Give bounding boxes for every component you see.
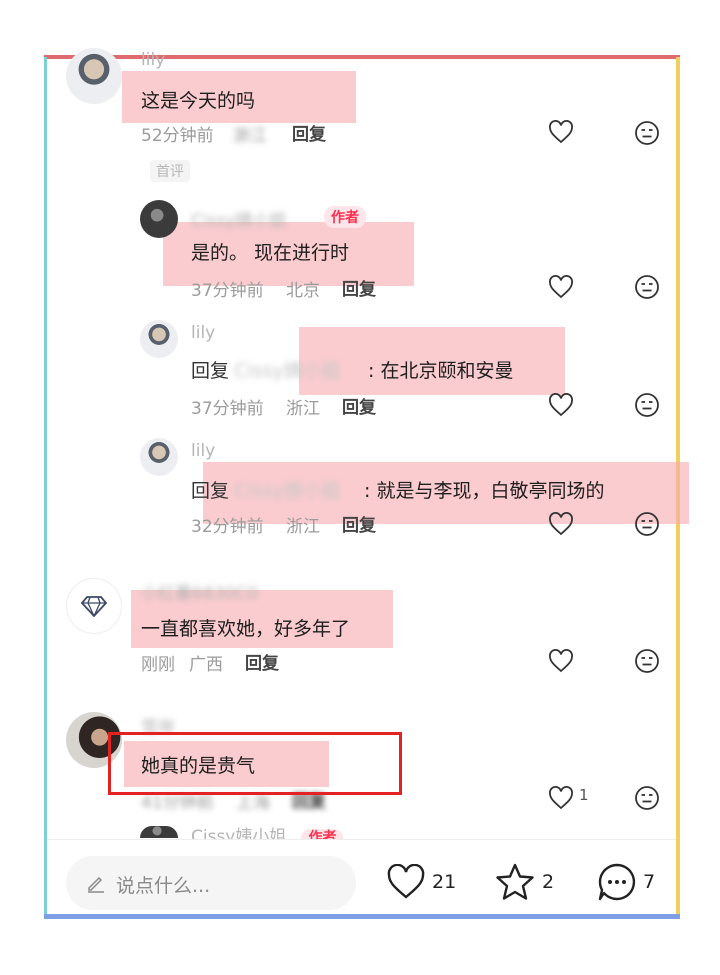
reply-button[interactable]: 回复	[245, 649, 279, 674]
like-count: 1	[579, 786, 589, 804]
avatar[interactable]	[66, 578, 122, 634]
pencil-icon	[86, 873, 106, 893]
heart-outline-icon[interactable]	[548, 512, 574, 536]
post-favorite-count: 2	[542, 871, 555, 893]
frame-left-border	[44, 57, 47, 919]
reply-button[interactable]: 回复	[342, 275, 376, 300]
comment-text[interactable]: : 就是与李现，白敬亭同场的	[364, 476, 604, 503]
comment-author-name[interactable]: lily	[191, 441, 215, 461]
comment-time: 32分钟前	[191, 517, 264, 537]
chat-bubble-icon[interactable]	[596, 862, 638, 902]
author-badge: 作者	[324, 206, 366, 228]
comment-time: 37分钟前	[191, 281, 264, 301]
avatar[interactable]	[66, 48, 122, 104]
star-outline-icon[interactable]	[495, 862, 535, 902]
reply-button[interactable]: 回复	[342, 511, 376, 536]
heart-outline-icon[interactable]	[386, 864, 426, 900]
comment-author-name[interactable]: lily	[141, 50, 165, 70]
post-like-count: 21	[432, 871, 457, 893]
comment-location: 浙江	[233, 126, 267, 146]
author-badge: 作者	[301, 829, 344, 839]
avatar[interactable]	[140, 438, 178, 476]
frame-bottom-border	[44, 914, 680, 919]
heart-outline-icon[interactable]	[548, 393, 574, 417]
post-comment-count: 7	[643, 871, 656, 893]
comment-text[interactable]: 一直都喜欢她，好多年了	[141, 614, 350, 641]
unhappy-face-icon[interactable]	[634, 392, 660, 418]
avatar[interactable]	[140, 200, 178, 238]
comment-location: 浙江	[286, 399, 320, 419]
unhappy-face-icon[interactable]	[634, 511, 660, 537]
heart-outline-icon[interactable]	[548, 649, 574, 673]
comment-author-name[interactable]: 小红薯6830C0	[141, 579, 258, 604]
reply-prefix: 回复	[191, 360, 230, 382]
reply-target-name[interactable]: Cissy姨小姐	[234, 476, 341, 503]
avatar[interactable]	[140, 826, 178, 838]
diamond-icon	[81, 595, 107, 617]
heart-outline-icon[interactable]	[548, 786, 574, 810]
first-comment-badge: 首评	[150, 160, 190, 182]
bottom-bar-divider	[47, 839, 676, 840]
comment-time: 52分钟前	[141, 126, 214, 146]
comment-text[interactable]: : 在北京颐和安曼	[368, 356, 513, 383]
comment-location: 广西	[189, 655, 223, 675]
comment-time: 37分钟前	[191, 399, 264, 419]
comment-location: 浙江	[286, 517, 320, 537]
heart-outline-icon[interactable]	[548, 120, 574, 144]
reply-target-name[interactable]: Cissy姨小姐	[234, 356, 341, 383]
comment-location: 北京	[286, 281, 320, 301]
comment-input[interactable]: 说点什么...	[66, 856, 356, 910]
heart-outline-icon[interactable]	[548, 275, 574, 299]
avatar[interactable]	[140, 320, 178, 358]
frame-top-border	[44, 55, 680, 59]
reply-prefix: 回复	[191, 480, 230, 502]
unhappy-face-icon[interactable]	[634, 274, 660, 300]
comment-time: 刚刚	[141, 655, 175, 675]
comment-input-placeholder: 说点什么...	[116, 875, 211, 897]
comment-author-name[interactable]: Cissy姨小姐	[191, 206, 286, 231]
reply-button[interactable]: 回复	[292, 120, 326, 145]
partial-reply-header: Cissy姨小姐 作者	[191, 822, 391, 839]
comment-text[interactable]: 这是今天的吗	[141, 86, 255, 113]
annotation-box	[108, 732, 402, 795]
comment-author-name[interactable]: lily	[191, 323, 215, 343]
comment-author-name[interactable]: Cissy姨小姐	[191, 827, 286, 839]
reply-button[interactable]: 回复	[342, 393, 376, 418]
comment-text[interactable]: 是的。 现在进行时	[191, 238, 349, 265]
unhappy-face-icon[interactable]	[634, 120, 660, 146]
unhappy-face-icon[interactable]	[634, 648, 660, 674]
unhappy-face-icon[interactable]	[634, 785, 660, 811]
